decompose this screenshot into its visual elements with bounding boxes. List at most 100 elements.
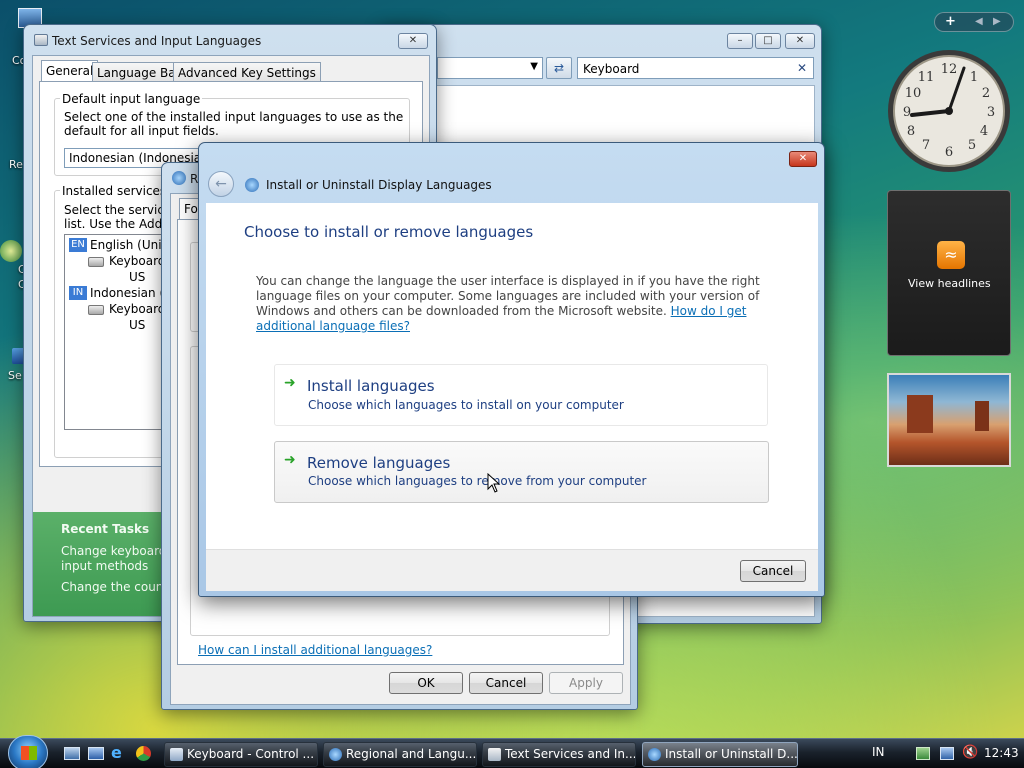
taskbar: e Keyboard - Control ... Regional and La… xyxy=(0,735,1024,768)
apply-button[interactable]: Apply xyxy=(549,672,623,694)
tree-item-layout[interactable]: US xyxy=(129,318,145,332)
clock-gadget[interactable]: 1212 345 678 91011 xyxy=(886,48,1012,174)
install-languages-link[interactable]: How can I install additional languages? xyxy=(198,643,432,657)
desktop-icon-label: Re xyxy=(9,158,23,171)
sidebar-controls: + ◀ ▶ xyxy=(934,12,1014,32)
display-icon[interactable] xyxy=(940,747,954,760)
clear-search-icon[interactable]: ✕ xyxy=(797,61,807,75)
wizard-description: You can change the language the user int… xyxy=(256,274,796,334)
view-headlines-label[interactable]: View headlines xyxy=(908,277,991,290)
remove-languages-option[interactable]: ➜ Remove languages Choose which language… xyxy=(274,441,769,503)
search-input-value: Keyboard xyxy=(583,62,640,76)
wizard-footer: Cancel xyxy=(206,549,818,591)
windows-logo-icon xyxy=(21,746,37,760)
search-input[interactable]: Keyboard ✕ xyxy=(577,57,814,79)
green-arrow-icon: ➜ xyxy=(284,452,296,468)
network-icon[interactable] xyxy=(916,747,930,760)
option-title: Remove languages xyxy=(307,454,451,472)
tab-label: Language Bar xyxy=(97,66,181,80)
svg-text:11: 11 xyxy=(918,70,935,85)
previous-icon[interactable]: ◀ xyxy=(975,16,983,27)
tab-label: General xyxy=(46,64,94,78)
minimize-button[interactable]: – xyxy=(727,33,753,49)
taskbar-item-install-languages[interactable]: Install or Uninstall D... xyxy=(642,742,798,767)
globe-icon xyxy=(648,748,661,761)
close-button[interactable]: ✕ xyxy=(789,151,817,167)
maximize-button[interactable]: □ xyxy=(755,33,781,49)
recent-task-link[interactable]: input methods xyxy=(61,559,148,573)
tree-item-keyboard[interactable]: Keyboard xyxy=(109,254,165,268)
slideshow-image xyxy=(907,395,933,433)
taskbar-item-label: Install or Uninstall D... xyxy=(665,747,798,761)
svg-text:8: 8 xyxy=(907,124,915,139)
tree-item-layout[interactable]: US xyxy=(129,270,145,284)
install-languages-option[interactable]: ➜ Install languages Choose which languag… xyxy=(274,364,768,426)
taskbar-item-text-services[interactable]: Text Services and In... xyxy=(482,742,636,767)
keyboard-icon xyxy=(488,748,501,761)
globe-icon xyxy=(172,171,186,185)
cancel-button[interactable]: Cancel xyxy=(740,560,806,582)
svg-text:5: 5 xyxy=(968,138,976,153)
mouse-cursor-icon xyxy=(487,473,501,493)
slideshow-gadget[interactable] xyxy=(887,373,1011,467)
chevron-down-icon[interactable]: ▼ xyxy=(530,61,538,72)
group-label: Default input language xyxy=(60,92,203,106)
svg-text:4: 4 xyxy=(980,124,988,139)
chrome-icon[interactable] xyxy=(136,746,151,761)
group-label: Installed services xyxy=(60,184,169,198)
language-badge: EN xyxy=(69,238,87,252)
wizard-body: Choose to install or remove languages Yo… xyxy=(206,203,818,549)
address-bar[interactable]: ▼ xyxy=(437,57,543,79)
close-button[interactable]: ✕ xyxy=(785,33,815,49)
internet-explorer-icon[interactable]: e xyxy=(111,745,127,761)
recent-task-link[interactable]: Change keyboards xyxy=(61,544,173,558)
green-arrow-icon: ➜ xyxy=(284,375,296,391)
feed-headlines-gadget[interactable]: ≈ View headlines xyxy=(887,190,1011,356)
taskbar-item-regional[interactable]: Regional and Langu... xyxy=(323,742,477,767)
option-title: Install languages xyxy=(307,377,435,395)
cancel-button[interactable]: Cancel xyxy=(469,672,543,694)
svg-text:7: 7 xyxy=(922,138,930,153)
globe-icon xyxy=(245,178,259,192)
svg-text:10: 10 xyxy=(905,86,922,101)
svg-text:2: 2 xyxy=(982,86,990,101)
desktop-icon-control[interactable] xyxy=(0,240,22,262)
back-arrow-icon: ← xyxy=(215,176,227,192)
add-gadget-icon[interactable]: + xyxy=(945,14,956,29)
back-button[interactable]: ← xyxy=(208,171,234,197)
wizard-heading: Choose to install or remove languages xyxy=(244,223,534,241)
keyboard-icon xyxy=(34,34,48,46)
svg-text:9: 9 xyxy=(903,105,911,120)
tree-item-keyboard[interactable]: Keyboard xyxy=(109,302,165,316)
install-languages-dialog[interactable]: ✕ ← Install or Uninstall Display Languag… xyxy=(198,142,825,597)
recent-tasks-title: Recent Tasks xyxy=(61,522,150,536)
dialog-title: Text Services and Input Languages xyxy=(52,34,262,48)
tab-language-bar[interactable]: Language Bar xyxy=(92,62,186,82)
taskbar-item-label: Regional and Langu... xyxy=(346,747,477,761)
start-button[interactable] xyxy=(8,735,48,768)
rss-icon: ≈ xyxy=(937,241,965,269)
control-panel-icon xyxy=(170,748,183,761)
clock[interactable]: 12:43 xyxy=(984,746,1019,760)
tab-label: Advanced Key Settings xyxy=(178,66,316,80)
option-description: Choose which languages to install on you… xyxy=(308,398,624,412)
refresh-button[interactable]: ⇄ xyxy=(546,57,572,79)
taskbar-item-keyboard[interactable]: Keyboard - Control ... xyxy=(164,742,318,767)
tab-advanced-key-settings[interactable]: Advanced Key Settings xyxy=(173,62,321,82)
refresh-icon: ⇄ xyxy=(553,61,565,75)
slideshow-image xyxy=(975,401,989,431)
svg-text:12: 12 xyxy=(941,62,958,77)
globe-icon xyxy=(329,748,342,761)
next-icon[interactable]: ▶ xyxy=(993,16,1001,27)
volume-muted-icon[interactable]: 🔇 xyxy=(962,745,978,760)
desktop-icon-label: Se xyxy=(8,369,22,382)
dialog-title: Install or Uninstall Display Languages xyxy=(266,178,492,192)
ok-button[interactable]: OK xyxy=(389,672,463,694)
taskbar-item-label: Text Services and In... xyxy=(505,747,636,761)
close-button[interactable]: ✕ xyxy=(398,33,428,49)
show-desktop-icon[interactable] xyxy=(64,747,80,760)
language-indicator[interactable]: IN xyxy=(872,745,885,759)
switch-windows-icon[interactable] xyxy=(88,747,104,760)
recent-tasks-panel: Recent Tasks Change keyboards input meth… xyxy=(33,512,180,616)
tab-general[interactable]: General xyxy=(41,60,99,82)
